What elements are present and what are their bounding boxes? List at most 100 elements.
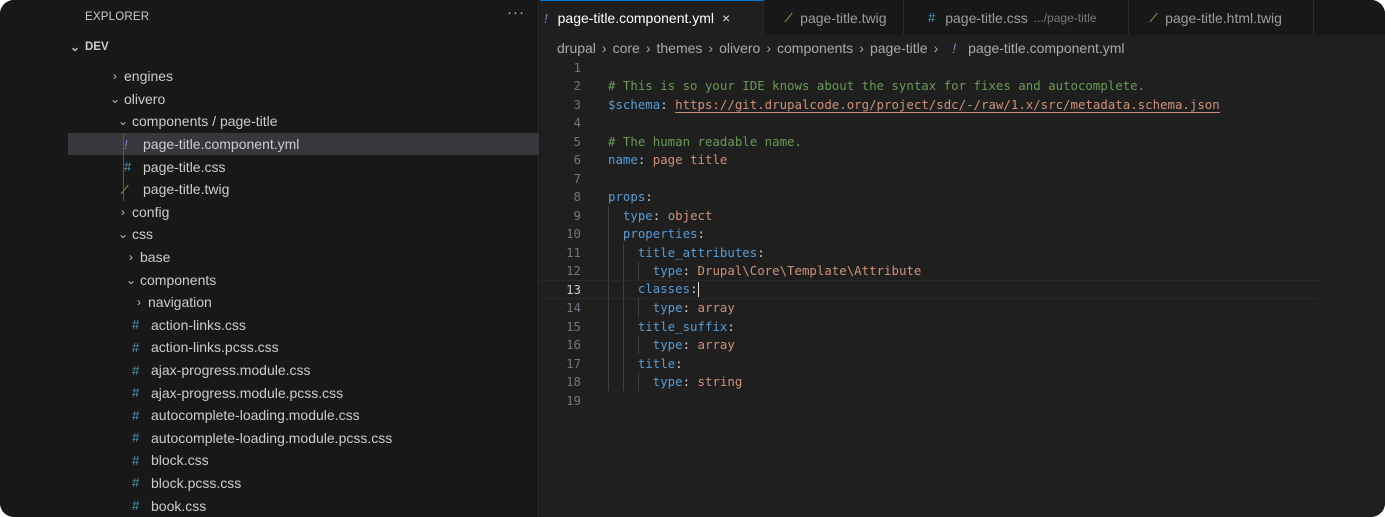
css-file-icon: # [132, 498, 140, 514]
code-line[interactable]: 6 name: page title [540, 151, 1385, 170]
code-line[interactable]: 2 # This is so your IDE knows about the s… [540, 77, 1385, 96]
css-file-icon: # [124, 159, 132, 175]
css-file-icon: # [132, 407, 140, 423]
indent-guide [637, 372, 639, 391]
breadcrumb-item[interactable]: page-title.component.yml [968, 40, 1124, 56]
code-line[interactable]: 7 [540, 169, 1385, 188]
chevron-down-icon: ⌄ [109, 91, 121, 106]
code-line[interactable]: 1 [540, 58, 1385, 77]
code-line[interactable]: 9 type: object [540, 206, 1385, 225]
workspace-root[interactable]: ⌄ DEV [68, 36, 109, 58]
tree-item[interactable]: # autocomplete-loading.module.pcss.css [68, 427, 539, 450]
indent-guide [123, 132, 124, 201]
tab-page-title-component-yml[interactable]: ! page-title.component.yml × [540, 0, 764, 35]
chevron-down-icon: ⌄ [125, 272, 137, 287]
punctuation [608, 374, 653, 389]
code-line[interactable]: 5 # The human readable name. [540, 132, 1385, 151]
line-number: 6 [573, 152, 581, 168]
explorer-title: EXPLORER [85, 11, 150, 23]
code-line[interactable]: 8 props: [540, 188, 1385, 207]
text-cursor [697, 282, 699, 298]
tab-label: page-title.html.twig [1165, 9, 1282, 26]
breadcrumb-item[interactable]: components [777, 40, 853, 56]
tree-item[interactable]: # action-links.pcss.css [68, 336, 539, 359]
yaml-value: page title [652, 152, 728, 168]
tree-item[interactable]: # block.pcss.css [68, 472, 539, 495]
code-line[interactable]: 18 type: string [540, 372, 1385, 391]
indent-guide [622, 261, 624, 280]
tree-item[interactable]: › navigation [68, 291, 539, 314]
punctuation: : [682, 337, 698, 353]
breadcrumb-item[interactable]: drupal [557, 40, 596, 56]
tree-item[interactable]: # autocomplete-loading.module.css [68, 404, 539, 427]
tab-description: .../page-title [1033, 10, 1097, 25]
tree-item[interactable]: ⌄ olivero [68, 88, 539, 111]
chevron-right-icon: › [137, 295, 141, 310]
tree-item[interactable]: ⁄ page-title.twig [68, 178, 539, 201]
tree-item[interactable]: › config [68, 201, 539, 224]
tree-item[interactable]: › base [68, 246, 539, 269]
code-text: type: string [608, 374, 743, 390]
punctuation: : [637, 152, 653, 168]
code-line[interactable]: 3 $schema: https://git.drupalcode.org/pro… [540, 95, 1385, 114]
tree-item[interactable]: # page-title.css [68, 155, 539, 178]
code-text: title_suffix: [608, 319, 735, 334]
tree-item[interactable]: # ajax-progress.module.pcss.css [68, 381, 539, 404]
line-number: 11 [566, 244, 581, 260]
indent-guide [622, 281, 624, 300]
yaml-key: type [652, 300, 683, 316]
code-line[interactable]: 12 type: Drupal\Core\Template\Attribute [540, 261, 1385, 280]
tab-page-title-twig[interactable]: ⁄ page-title.twig [764, 0, 904, 35]
code-line[interactable]: 4 [540, 114, 1385, 133]
indent-guide [637, 335, 639, 354]
punctuation: : [660, 96, 676, 112]
line-number: 13 [566, 281, 581, 297]
indent-guide [622, 335, 624, 354]
tree-item[interactable]: ⌄ components [68, 268, 539, 291]
code-line[interactable]: 11 title_attributes: [540, 243, 1385, 262]
twig-file-icon: ⁄ [124, 181, 127, 197]
code-line[interactable]: 17 title: [540, 354, 1385, 373]
tree-item[interactable]: # ajax-progress.module.css [68, 359, 539, 382]
tree-item[interactable]: › engines [68, 65, 539, 88]
tree-item[interactable]: ⌄ components / page-title [68, 110, 539, 133]
code-line[interactable]: 19 [540, 391, 1385, 410]
code-text: type: object [608, 208, 713, 223]
tree-item[interactable]: ⌄ css [68, 223, 539, 246]
breadcrumb-item[interactable]: core [613, 40, 640, 56]
code-line[interactable]: 15 title_suffix: [540, 317, 1385, 336]
css-file-icon: # [132, 385, 140, 401]
tab-label: page-title.css [945, 9, 1028, 26]
tab-page-title-html-twig[interactable]: ⁄ page-title.html.twig [1129, 0, 1314, 35]
breadcrumb-item[interactable]: olivero [719, 40, 760, 56]
tree-item-label: action-links.pcss.css [151, 339, 279, 356]
schema-link[interactable]: https://git.drupalcode.org/project/sdc/-… [675, 97, 1220, 112]
punctuation: : [682, 263, 698, 279]
line-number: 14 [566, 300, 581, 316]
tree-item[interactable]: # book.css [68, 494, 539, 517]
tree-item[interactable]: # action-links.css [68, 314, 539, 337]
indent-guide [608, 354, 609, 373]
tree-item[interactable]: ! page-title.component.yml [68, 132, 539, 156]
punctuation [608, 337, 653, 352]
close-icon[interactable]: × [722, 10, 730, 26]
indent-guide [637, 261, 639, 280]
line-number: 4 [573, 115, 581, 131]
code-editor[interactable]: 1 2 # This is so your IDE knows about the … [540, 58, 1385, 410]
code-line[interactable]: 14 type: array [540, 298, 1385, 317]
code-line[interactable]: 16 type: array [540, 335, 1385, 354]
breadcrumb-item[interactable]: page-title [870, 40, 928, 56]
editor-area: ! page-title.component.yml × ⁄ page-title.tw… [540, 0, 1385, 517]
code-line[interactable]: 13 classes: [540, 280, 1318, 300]
tree-item-label: olivero [124, 90, 166, 107]
workspace-root-label: DEV [85, 41, 109, 53]
more-actions-icon[interactable]: ··· [507, 4, 525, 21]
code-text: classes: [608, 281, 699, 298]
tree-item-label: components [140, 271, 217, 288]
tree-item[interactable]: # block.css [68, 449, 539, 472]
tab-page-title-css[interactable]: # page-title.css .../page-title [904, 0, 1129, 35]
tree-item-label: action-links.css [151, 316, 246, 333]
breadcrumb-item[interactable]: themes [657, 40, 703, 56]
yaml-key: type [652, 374, 683, 390]
code-line[interactable]: 10 properties: [540, 224, 1385, 243]
